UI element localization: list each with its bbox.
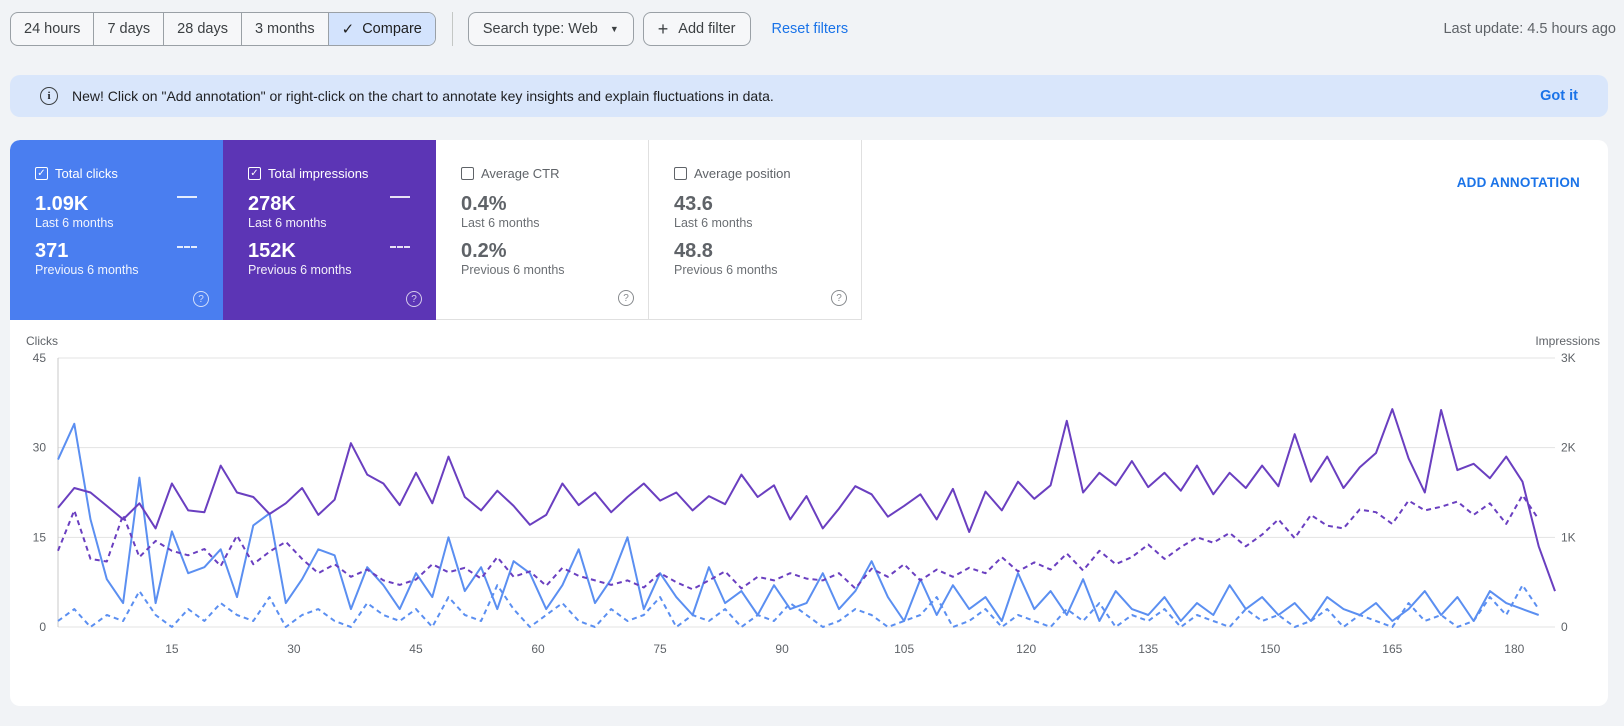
metric-previous-value: 48.8: [674, 240, 713, 262]
search-type-label: Search type: Web: [482, 21, 598, 37]
solid-line-legend-icon: [177, 196, 197, 198]
x-axis-tick-label: 75: [653, 642, 667, 656]
help-icon[interactable]: ?: [193, 291, 209, 307]
x-axis-tick-label: 150: [1260, 642, 1280, 656]
x-axis-tick-label: 105: [894, 642, 914, 656]
metric-current-value: 43.6: [674, 193, 713, 215]
total-impressions-last-6-months-line: [57, 408, 1556, 592]
plus-icon: +: [657, 19, 669, 39]
info-icon: i: [40, 87, 58, 105]
x-axis-tick-label: 90: [775, 642, 789, 656]
metric-card-total-impressions[interactable]: ✓ Total impressions 278K Last 6 months 15…: [223, 140, 436, 320]
dashed-line-legend-icon: [177, 246, 197, 248]
help-icon[interactable]: ?: [618, 290, 634, 306]
metric-card-average-ctr[interactable]: Average CTR 0.4% Last 6 months 0.2% Prev…: [436, 140, 649, 320]
range-7-days[interactable]: 7 days: [94, 13, 165, 45]
metric-current-period: Last 6 months: [35, 216, 114, 230]
reset-filters-link[interactable]: Reset filters: [772, 21, 849, 37]
metric-previous-period: Previous 6 months: [35, 263, 139, 277]
x-axis-tick-label: 60: [531, 642, 545, 656]
metric-previous-period: Previous 6 months: [248, 263, 352, 277]
right-axis-tick-label: 3K: [1561, 351, 1576, 365]
x-axis-tick-label: 180: [1504, 642, 1524, 656]
metric-previous-value: 0.2%: [461, 240, 507, 262]
metric-current-period: Last 6 months: [248, 216, 327, 230]
left-axis-tick-label: 30: [33, 441, 47, 455]
right-axis-tick-label: 2K: [1561, 441, 1576, 455]
checked-checkbox-icon[interactable]: ✓: [35, 167, 48, 180]
range-24-hours[interactable]: 24 hours: [11, 13, 95, 45]
metric-previous-period: Previous 6 months: [674, 263, 778, 277]
metric-previous-period: Previous 6 months: [461, 263, 565, 277]
solid-line-legend-icon: [390, 196, 410, 198]
left-axis-tick-label: 0: [39, 620, 46, 634]
add-filter-label: Add filter: [678, 21, 736, 37]
got-it-button[interactable]: Got it: [1540, 88, 1578, 104]
dashed-line-legend-icon: [390, 246, 410, 248]
x-axis-tick-label: 165: [1382, 642, 1402, 656]
performance-card: ✓ Total clicks 1.09K Last 6 months 371 Pr…: [10, 140, 1608, 706]
help-icon[interactable]: ?: [406, 291, 422, 307]
search-type-dropdown[interactable]: Search type: Web ▼: [467, 12, 634, 46]
checkmark-icon: ✓: [341, 21, 355, 38]
left-axis-tick-label: 45: [33, 351, 47, 365]
banner-text: New! Click on "Add annotation" or right-…: [72, 88, 774, 104]
metric-previous-value: 152K: [248, 240, 296, 262]
metric-current-period: Last 6 months: [461, 216, 540, 230]
metric-label: Average position: [694, 166, 791, 181]
add-annotation-button[interactable]: ADD ANNOTATION: [1457, 175, 1580, 190]
annotation-info-banner: i New! Click on "Add annotation" or righ…: [10, 75, 1608, 117]
x-axis-tick-label: 120: [1016, 642, 1036, 656]
metric-previous-value: 371: [35, 240, 69, 262]
metric-label: Total clicks: [55, 166, 118, 181]
toolbar-divider: [451, 12, 453, 46]
metric-label: Total impressions: [268, 166, 369, 181]
toolbar: 24 hours 7 days 28 days 3 months ✓ Compa…: [10, 12, 1616, 46]
compare-label: Compare: [362, 21, 422, 37]
x-axis-tick-label: 15: [165, 642, 179, 656]
left-axis-tick-label: 15: [33, 530, 47, 544]
compare-button[interactable]: ✓ Compare: [328, 13, 435, 45]
x-axis-tick-label: 135: [1138, 642, 1158, 656]
metric-label: Average CTR: [481, 166, 560, 181]
right-axis-tick-label: 1K: [1561, 530, 1576, 544]
caret-down-icon: ▼: [609, 24, 619, 34]
last-update-text: Last update: 4.5 hours ago: [1443, 21, 1616, 37]
unchecked-checkbox-icon[interactable]: [461, 167, 474, 180]
left-axis-title: Clicks: [26, 334, 58, 348]
performance-chart[interactable]: 0 0 15 1K 30 2K 45 3K Clicks Impressions 15 30 45 60 7…: [10, 325, 1608, 695]
metric-card-total-clicks[interactable]: ✓ Total clicks 1.09K Last 6 months 371 Pr…: [10, 140, 223, 320]
metric-card-average-position[interactable]: Average position 43.6 Last 6 months 48.8…: [649, 140, 862, 320]
total-clicks-last-6-months-line: [57, 422, 1540, 622]
unchecked-checkbox-icon[interactable]: [674, 167, 687, 180]
x-axis-tick-label: 45: [409, 642, 423, 656]
add-filter-button[interactable]: + Add filter: [642, 12, 751, 46]
right-axis-title: Impressions: [1535, 334, 1600, 348]
help-icon[interactable]: ?: [831, 290, 847, 306]
x-axis-tick-label: 30: [287, 642, 301, 656]
metric-current-period: Last 6 months: [674, 216, 753, 230]
checked-checkbox-icon[interactable]: ✓: [248, 167, 261, 180]
metric-current-value: 0.4%: [461, 193, 507, 215]
date-range-selector: 24 hours 7 days 28 days 3 months ✓ Compa…: [10, 12, 436, 46]
range-28-days[interactable]: 28 days: [164, 13, 242, 45]
right-axis-tick-label: 0: [1561, 620, 1568, 634]
range-3-months[interactable]: 3 months: [242, 13, 329, 45]
